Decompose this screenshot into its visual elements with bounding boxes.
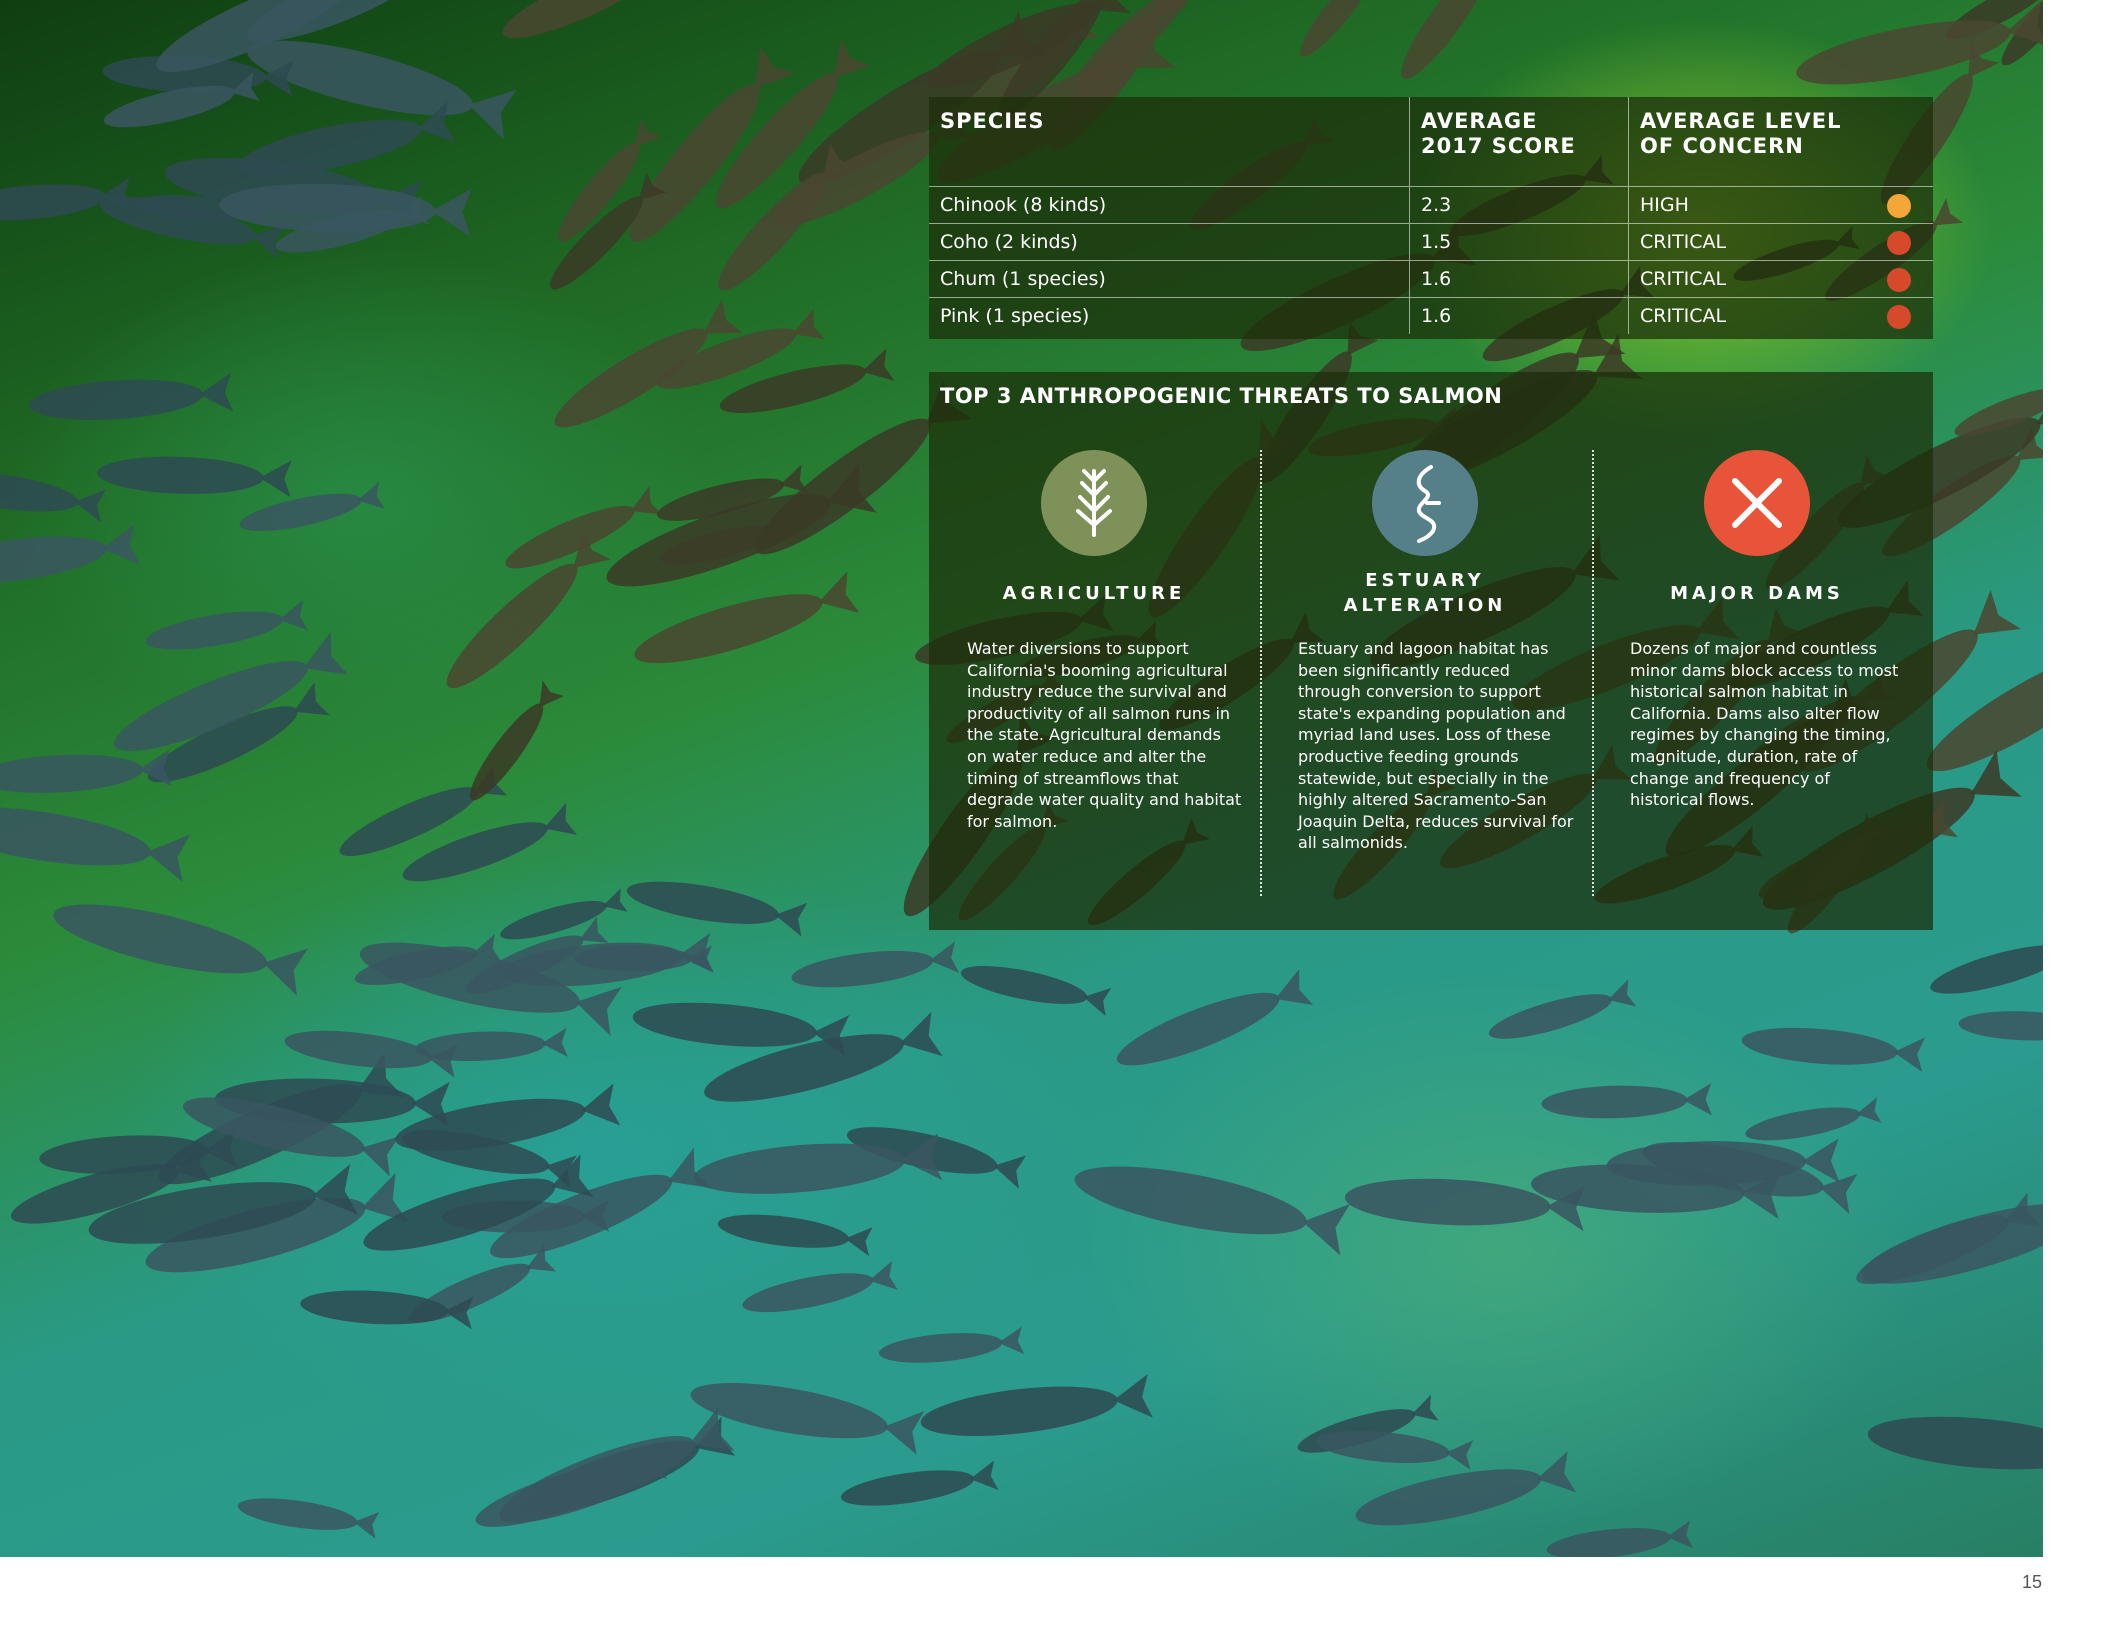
table-row: Chinook (8 kinds) 2.3 HIGH (929, 186, 1933, 224)
x-icon (1704, 450, 1810, 556)
salmon-fish (717, 1214, 873, 1257)
salmon-fish (626, 881, 808, 937)
salmon-fish (237, 1498, 380, 1539)
salmon-fish (1116, 968, 1314, 1066)
salmon-fish (878, 1326, 1025, 1363)
threats-title: TOP 3 ANTHROPOGENIC THREATS TO SALMON (940, 384, 1503, 408)
threat-dams: MAJOR DAMS Dozens of major and countless… (1607, 450, 1907, 811)
concern-dot (1887, 305, 1911, 329)
concern-cell: CRITICAL (1628, 223, 1933, 261)
concern-cell: CRITICAL (1628, 297, 1933, 334)
species-cell: Chum (1 species) (929, 260, 1410, 298)
score-cell: 1.6 (1409, 260, 1629, 298)
table-header-row: SPECIES AVERAGE 2017 SCORE AVERAGE LEVEL… (929, 97, 1933, 187)
salmon-fish (1401, 0, 1489, 80)
species-cell: Chinook (8 kinds) (929, 186, 1410, 224)
salmon-fish (634, 571, 860, 664)
threat-label: ESTUARY ALTERATION (1343, 570, 1507, 616)
salmon-fish (1745, 1097, 1882, 1141)
table-row: Chum (1 species) 1.6 CRITICAL (929, 260, 1933, 298)
salmon-fish (1958, 1011, 2043, 1041)
salmon-fish (0, 749, 172, 793)
species-cell: Coho (2 kinds) (929, 223, 1410, 261)
salmon-fish (1546, 1520, 1693, 1557)
salmon-fish (742, 1260, 898, 1313)
salmon-fish (502, 0, 658, 39)
salmon-fish (1074, 1166, 1351, 1256)
concern-label: CRITICAL (1640, 268, 1727, 290)
salmon-fish (0, 471, 106, 523)
score-cell: 1.6 (1409, 297, 1629, 334)
threat-label: AGRICULTURE (1002, 582, 1186, 604)
species-cell: Pink (1 species) (929, 297, 1410, 334)
salmon-fish (1741, 1027, 1926, 1072)
concern-label: CRITICAL (1640, 231, 1727, 253)
salmon-fish (840, 1460, 999, 1506)
salmon-fish (219, 183, 473, 237)
column-divider (1260, 450, 1262, 896)
table-row: Coho (2 kinds) 1.5 CRITICAL (929, 223, 1933, 261)
species-table-panel: SPECIES AVERAGE 2017 SCORE AVERAGE LEVEL… (929, 97, 1933, 339)
salmon-fish (0, 807, 191, 883)
salmon-fish (1930, 945, 2043, 994)
salmon-fish (1541, 1083, 1713, 1119)
header-concern: AVERAGE LEVEL OF CONCERN (1640, 109, 1842, 158)
salmon-fish (1926, 649, 2043, 772)
salmon-fish (0, 523, 141, 584)
concern-cell: CRITICAL (1628, 260, 1933, 298)
salmon-fish (960, 966, 1112, 1017)
salmon-fish (28, 372, 234, 420)
score-cell: 2.3 (1409, 186, 1629, 224)
table-row: Pink (1 species) 1.6 CRITICAL (929, 297, 1933, 334)
salmon-fish (145, 600, 309, 650)
salmon-fish (469, 680, 564, 801)
salmon-fish (1316, 1430, 1474, 1470)
column-divider (1592, 450, 1594, 896)
concern-dot (1887, 268, 1911, 292)
salmon-fish (920, 1374, 1153, 1436)
species-table: SPECIES AVERAGE 2017 SCORE AVERAGE LEVEL… (929, 97, 1933, 334)
header-score: AVERAGE 2017 SCORE (1409, 97, 1629, 187)
wheat-icon (1041, 450, 1147, 556)
threat-agriculture: AGRICULTURE Water diversions to support … (944, 450, 1244, 832)
salmon-fish (97, 456, 292, 498)
salmon-fish (1488, 979, 1637, 1039)
concern-dot (1887, 194, 1911, 218)
salmon-fish (239, 481, 385, 532)
concern-label: HIGH (1640, 194, 1689, 216)
header-species: SPECIES (929, 97, 1410, 187)
salmon-fish (1300, 0, 1374, 57)
salmon-fish (53, 904, 309, 996)
threat-label: MAJOR DAMS (1670, 582, 1844, 604)
river-icon (1372, 450, 1478, 556)
concern-dot (1887, 231, 1911, 255)
salmon-fish (1862, 1203, 2043, 1284)
score-cell: 1.5 (1409, 223, 1629, 261)
salmon-fish (0, 177, 133, 221)
threat-estuary: ESTUARY ALTERATION Estuary and lagoon ha… (1275, 450, 1575, 854)
threats-panel: TOP 3 ANTHROPOGENIC THREATS TO SALMON AG… (929, 372, 1933, 930)
threat-description: Estuary and lagoon habitat has been sign… (1298, 639, 1574, 853)
concern-cell: HIGH (1628, 186, 1933, 224)
threat-description: Dozens of major and countless minor dams… (1630, 639, 1899, 810)
salmon-fish (791, 941, 960, 988)
page-number: 15 (2022, 1572, 2043, 1592)
salmon-fish (1867, 1416, 2043, 1470)
concern-label: CRITICAL (1640, 305, 1727, 327)
threat-description: Water diversions to support California's… (967, 639, 1242, 831)
